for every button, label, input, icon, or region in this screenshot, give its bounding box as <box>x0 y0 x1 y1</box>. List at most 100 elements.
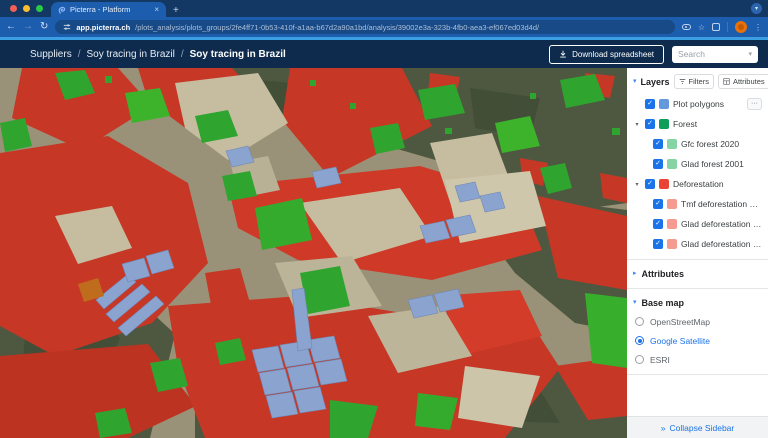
minimize-window-button[interactable] <box>23 5 30 12</box>
breadcrumb-group[interactable]: Soy tracing in Brazil <box>86 49 174 60</box>
layer-checkbox[interactable]: ✓ <box>653 239 663 249</box>
search-input[interactable]: Search ▾ <box>672 45 758 63</box>
new-tab-button[interactable]: + <box>173 5 179 16</box>
layer-row-gfc-forest-2020: ✓ Gfc forest 2020 <box>633 134 762 154</box>
app-header: Suppliers / Soy tracing in Brazil / Soy … <box>0 40 768 68</box>
basemap-option-label: ESRI <box>650 354 670 365</box>
layer-color-swatch <box>667 239 677 249</box>
filter-icon <box>679 78 685 85</box>
download-spreadsheet-label: Download spreadsheet <box>572 49 654 59</box>
layer-row-glad-deforestation-until: ✓ Glad deforestation until <box>633 234 762 254</box>
layer-label: Glad forest 2001 <box>681 159 744 169</box>
maximize-window-button[interactable] <box>36 5 43 12</box>
layer-color-swatch <box>659 119 669 129</box>
layers-sidebar: ▾ Layers Filters Attributes ✓ Plot polygo… <box>627 68 768 438</box>
layers-title: Layers <box>640 76 670 87</box>
layer-label: Gfc forest 2020 <box>681 139 740 149</box>
sidebar-divider <box>627 288 768 289</box>
layer-row-glad-deforestation-before-2021: ✓ Glad deforestation before 2021 <box>633 214 762 234</box>
password-manager-icon[interactable] <box>681 24 691 30</box>
radio-button[interactable] <box>635 317 644 326</box>
attributes-button-label: Attributes <box>732 77 765 86</box>
tab-close-icon[interactable]: × <box>154 5 159 14</box>
back-icon[interactable]: ← <box>6 22 16 32</box>
layer-color-swatch <box>667 219 677 229</box>
window-controls <box>0 0 51 17</box>
breadcrumb-suppliers[interactable]: Suppliers <box>30 49 72 60</box>
layers-chevron-icon[interactable]: ▾ <box>633 78 637 86</box>
radio-button[interactable] <box>635 355 644 364</box>
layer-checkbox[interactable]: ✓ <box>653 199 663 209</box>
url-bar[interactable]: app.picterra.ch/plots_analysis/plots_gro… <box>55 20 675 34</box>
attributes-section-title: Attributes <box>641 269 685 279</box>
extensions-icon[interactable] <box>712 23 720 31</box>
profile-avatar[interactable] <box>735 21 747 33</box>
site-settings-icon[interactable] <box>63 23 71 31</box>
tab-search-button[interactable]: ▾ <box>751 3 762 14</box>
forward-icon[interactable]: → <box>23 22 33 32</box>
layer-checkbox[interactable]: ✓ <box>645 99 655 109</box>
layer-label: Forest <box>673 119 698 129</box>
breadcrumb-separator: / <box>180 48 184 60</box>
collapse-sidebar-label: Collapse Sidebar <box>669 422 735 433</box>
layer-group-chevron-icon[interactable]: ▾ <box>633 181 641 188</box>
layers-header: ▾ Layers Filters Attributes <box>633 74 768 89</box>
layer-label: Plot polygons <box>673 99 725 109</box>
browser-tab[interactable]: Picterra - Platform × <box>51 2 166 17</box>
attributes-chevron-icon: ▸ <box>633 270 637 277</box>
tab-strip: Picterra - Platform × + ▾ <box>0 0 768 17</box>
basemap-option-openstreetmap[interactable]: OpenStreetMap <box>633 312 762 331</box>
layer-row-plot-polygons: ✓ Plot polygons ··· <box>633 94 762 114</box>
table-icon <box>723 78 730 85</box>
download-spreadsheet-button[interactable]: Download spreadsheet <box>549 44 664 64</box>
layer-checkbox[interactable]: ✓ <box>645 179 655 189</box>
url-path: /plots_analysis/plots_groups/2fe4ff71-0b… <box>135 22 540 32</box>
layer-checkbox[interactable]: ✓ <box>653 159 663 169</box>
toolbar-separator <box>727 22 728 32</box>
breadcrumb-separator: / <box>77 48 81 60</box>
search-chevron-icon: ▾ <box>748 51 752 58</box>
basemap-section-header[interactable]: ▾ Base map <box>633 294 762 312</box>
layer-label: Glad deforestation before 2021 <box>681 219 762 229</box>
layer-tree: ✓ Plot polygons ··· ▾ ✓ Forest ✓ Gfc forest 202… <box>633 94 762 254</box>
layer-color-swatch <box>667 199 677 209</box>
layer-checkbox[interactable]: ✓ <box>653 139 663 149</box>
collapse-sidebar-icon: » <box>660 422 666 433</box>
filters-button-label: Filters <box>688 77 709 86</box>
collapse-sidebar-button[interactable]: » Collapse Sidebar <box>627 416 768 438</box>
layer-color-swatch <box>659 99 669 109</box>
layer-row-tmf-deforestation-until: ✓ Tmf deforestation until <box>633 194 762 214</box>
layer-row-glad-forest-2001: ✓ Glad forest 2001 <box>633 154 762 174</box>
layer-color-swatch <box>659 179 669 189</box>
layer-menu-icon[interactable]: ··· <box>747 98 762 110</box>
toolbar-actions: ☆ ⋮ <box>681 21 762 33</box>
basemap-option-esri[interactable]: ESRI <box>633 350 762 369</box>
layer-group-chevron-icon[interactable]: ▾ <box>633 121 641 128</box>
layer-checkbox[interactable]: ✓ <box>645 119 655 129</box>
reload-icon[interactable]: ↻ <box>40 22 48 32</box>
browser-menu-icon[interactable]: ⋮ <box>754 23 762 32</box>
breadcrumb-current: Soy tracing in Brazil <box>189 48 286 60</box>
layer-row-deforestation: ▾ ✓ Deforestation <box>633 174 762 194</box>
url-host: app.picterra.ch <box>76 22 131 32</box>
basemap-option-google-satellite[interactable]: Google Satellite <box>633 331 762 350</box>
layer-label: Tmf deforestation until <box>681 199 762 209</box>
attributes-button[interactable]: Attributes <box>717 74 768 89</box>
radio-button[interactable] <box>635 336 644 345</box>
sidebar-divider <box>627 259 768 260</box>
layer-label: Glad deforestation until <box>681 239 762 249</box>
picterra-favicon <box>58 6 66 14</box>
filters-button[interactable]: Filters <box>673 74 714 89</box>
bookmark-star-icon[interactable]: ☆ <box>698 23 705 32</box>
layer-color-swatch <box>667 139 677 149</box>
basemap-chevron-icon: ▾ <box>633 299 637 306</box>
layer-checkbox[interactable]: ✓ <box>653 219 663 229</box>
tab-title: Picterra - Platform <box>70 5 131 14</box>
close-window-button[interactable] <box>10 5 17 12</box>
basemap-options: OpenStreetMap Google Satellite ESRI <box>633 312 762 369</box>
attributes-section-header[interactable]: ▸ Attributes <box>633 265 762 283</box>
map-canvas[interactable] <box>0 68 627 438</box>
basemap-option-label: Google Satellite <box>650 335 711 346</box>
breadcrumb: Suppliers / Soy tracing in Brazil / Soy … <box>30 49 549 60</box>
layer-row-forest: ▾ ✓ Forest <box>633 114 762 134</box>
